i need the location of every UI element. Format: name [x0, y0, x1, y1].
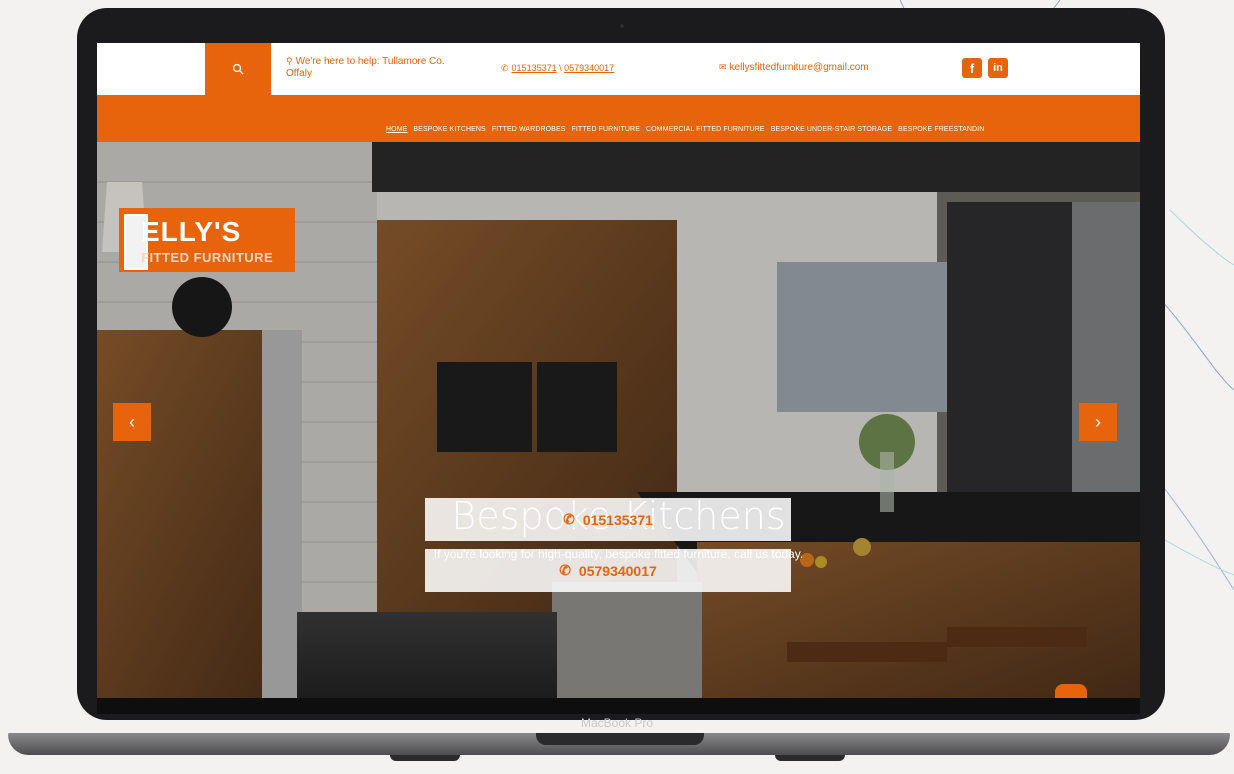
screen: ⚲ We're here to help: Tullamore Co. Offal…: [97, 43, 1140, 698]
scroll-top-button[interactable]: [1055, 684, 1087, 698]
nav-item-fitted-wardrobes[interactable]: FITTED WARDROBES: [492, 126, 566, 133]
laptop-notch: [536, 733, 704, 745]
nav-item-bespoke-freestanding[interactable]: BESPOKE FREESTANDIN: [898, 126, 984, 133]
call-button-2-label: 0579340017: [578, 562, 657, 579]
call-button-1-label: 015135371: [582, 511, 653, 528]
phone-link-1[interactable]: 015135371: [512, 63, 557, 73]
main-nav-bar: HOME BESPOKE KITCHENS FITTED WARDROBES F…: [97, 95, 1140, 142]
logo-tagline: FITTED FURNITURE: [141, 250, 274, 265]
help-location: ⚲ We're here to help: Tullamore Co. Offal…: [286, 55, 456, 80]
phone-icon: ✆: [563, 511, 575, 527]
device-label: MacBook Pro: [580, 716, 654, 730]
phone-separator: \: [556, 63, 565, 73]
camera-icon: [620, 24, 624, 28]
help-text: We're here to help: Tullamore Co. Offaly: [286, 56, 445, 79]
logo-name: ELLY'S: [141, 216, 242, 247]
site-logo[interactable]: ELLY'S FITTED FURNITURE: [119, 208, 295, 272]
call-button-2[interactable]: ✆ 0579340017: [425, 549, 791, 592]
laptop-foot: [775, 755, 845, 761]
facebook-icon: f: [969, 60, 975, 76]
screen-bezel: [97, 698, 1140, 714]
top-bar: ⚲ We're here to help: Tullamore Co. Offal…: [97, 43, 1140, 95]
map-pin-icon: ⚲: [286, 56, 293, 66]
nav-item-bespoke-kitchens[interactable]: BESPOKE KITCHENS: [413, 126, 485, 133]
main-nav: HOME BESPOKE KITCHENS FITTED WARDROBES F…: [386, 126, 990, 133]
linkedin-button[interactable]: in: [988, 58, 1008, 78]
search-button[interactable]: [205, 43, 271, 95]
nav-item-bespoke-under-stair-storage[interactable]: BESPOKE UNDER-STAIR STORAGE: [771, 126, 892, 133]
laptop-foot: [390, 755, 460, 761]
call-button-1[interactable]: ✆ 015135371: [425, 498, 791, 541]
phone-numbers: ✆ 015135371 \ 0579340017: [501, 63, 614, 74]
search-icon: [232, 63, 244, 75]
linkedin-icon: in: [993, 62, 1003, 74]
hero-slider: ELLY'S FITTED FURNITURE ‹ › Bespoke Kitc…: [97, 142, 1140, 698]
facebook-button[interactable]: f: [962, 58, 982, 78]
chevron-right-icon: ›: [1095, 411, 1101, 432]
chevron-left-icon: ‹: [129, 411, 135, 432]
slider-prev-button[interactable]: ‹: [113, 403, 151, 441]
nav-item-fitted-furniture[interactable]: FITTED FURNITURE: [572, 126, 640, 133]
envelope-icon: ✉: [719, 62, 727, 72]
email-address: kellysfittedfurniture@gmail.com: [729, 62, 869, 73]
phone-icon: ✆: [559, 562, 571, 578]
phone-icon: ✆: [501, 63, 509, 73]
nav-item-home[interactable]: HOME: [386, 126, 407, 133]
email-contact[interactable]: ✉ kellysfittedfurniture@gmail.com: [719, 62, 869, 73]
slider-next-button[interactable]: ›: [1079, 403, 1117, 441]
phone-link-2[interactable]: 0579340017: [564, 63, 614, 73]
nav-item-commercial-fitted-furniture[interactable]: COMMERCIAL FITTED FURNITURE: [646, 126, 765, 133]
